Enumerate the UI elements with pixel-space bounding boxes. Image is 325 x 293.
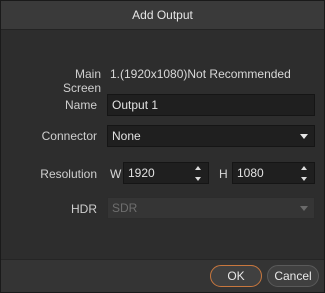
main-screen-label: Main Screen [62, 67, 101, 95]
spin-arrows-icon[interactable] [195, 166, 203, 181]
connector-select-value: None [112, 129, 141, 143]
spin-arrows-icon[interactable] [301, 166, 309, 181]
name-label: Name [64, 98, 97, 112]
height-value: 1080 [237, 166, 264, 180]
chevron-down-icon [300, 206, 308, 211]
resolution-label: Resolution [40, 167, 97, 181]
dialog-title: Add Output [132, 8, 193, 22]
dialog-footer: OK Cancel [1, 259, 324, 292]
title-bar[interactable]: Add Output [1, 1, 324, 30]
hdr-select-value: SDR [112, 201, 138, 215]
add-output-dialog: Add Output Main Screen 1.(1920x1080)Not … [0, 0, 325, 293]
name-input-value: Output 1 [112, 98, 159, 112]
ok-button[interactable]: OK [210, 265, 262, 287]
width-label: W [110, 167, 122, 181]
width-spinbox[interactable]: 1920 [123, 162, 209, 184]
height-label: H [219, 167, 228, 181]
chevron-down-icon [300, 134, 308, 139]
name-input[interactable]: Output 1 [107, 94, 315, 116]
width-value: 1920 [128, 166, 155, 180]
main-screen-value: 1.(1920x1080)Not Recommended [110, 67, 291, 81]
height-spinbox[interactable]: 1080 [232, 162, 315, 184]
cancel-button[interactable]: Cancel [267, 265, 319, 287]
hdr-label: HDR [71, 202, 97, 216]
hdr-select: SDR [107, 197, 315, 219]
connector-select[interactable]: None [107, 125, 315, 147]
connector-label: Connector [41, 129, 97, 143]
